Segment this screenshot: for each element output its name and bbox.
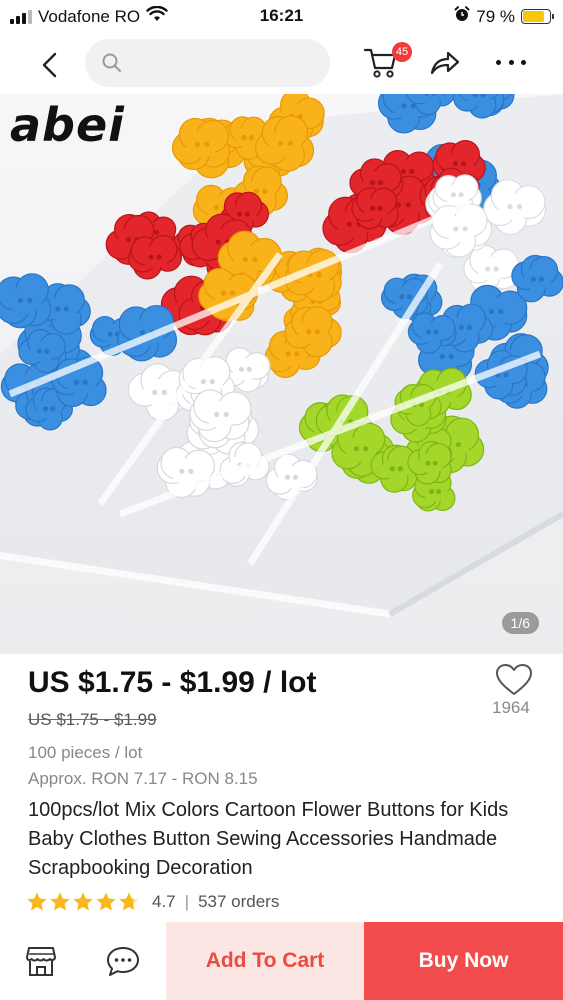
star-icon xyxy=(96,892,116,911)
status-bar: Vodafone RO 16:21 79 % xyxy=(0,0,563,34)
original-price: US $1.75 - $1.99 xyxy=(28,710,157,729)
nav-bar: 45 xyxy=(0,34,563,94)
approx-local-price: Approx. RON 7.17 - RON 8.15 xyxy=(28,769,258,788)
pieces-per-lot: 100 pieces / lot xyxy=(28,743,143,762)
wishlist-count: 1964 xyxy=(492,698,530,717)
battery-icon xyxy=(521,9,554,24)
back-button[interactable] xyxy=(34,48,68,82)
chat-button[interactable] xyxy=(105,944,141,978)
star-icon xyxy=(119,892,139,911)
image-counter: 1/6 xyxy=(501,612,539,634)
star-icon xyxy=(50,892,70,911)
product-photo xyxy=(0,94,563,654)
price-range: US $1.75 - $1.99 / lot xyxy=(28,666,317,699)
rating-value: 4.7 xyxy=(152,892,176,911)
chat-bubble-icon xyxy=(107,947,139,976)
store-icon xyxy=(26,947,56,976)
star-icon xyxy=(73,892,93,911)
battery-percent: 79 % xyxy=(476,6,515,26)
wishlist-button[interactable] xyxy=(493,662,535,698)
share-button[interactable] xyxy=(428,48,462,78)
status-right: 79 % xyxy=(454,6,554,27)
alarm-icon xyxy=(454,6,470,27)
brand-logo: abei xyxy=(10,98,125,152)
star-icon xyxy=(27,892,47,911)
search-input[interactable] xyxy=(85,39,330,87)
buy-now-button[interactable]: Buy Now xyxy=(364,922,563,1000)
rating-stars xyxy=(26,891,140,913)
rating-divider: | xyxy=(184,892,190,911)
heart-icon xyxy=(496,664,532,695)
search-icon xyxy=(102,53,121,72)
add-to-cart-button[interactable]: Add To Cart xyxy=(166,922,364,1000)
cart-badge: 45 xyxy=(392,42,412,62)
bottom-action-bar: Add To Cart Buy Now xyxy=(0,922,563,1000)
product-title: 100pcs/lot Mix Colors Cartoon Flower But… xyxy=(28,799,509,879)
product-image-gallery[interactable]: abei 1/6 xyxy=(0,94,563,654)
battery-fill xyxy=(523,11,544,22)
store-button[interactable] xyxy=(24,944,58,978)
more-dots-icon[interactable] xyxy=(496,50,526,74)
orders-count: 537 orders xyxy=(198,892,280,911)
chevron-left-icon xyxy=(42,52,57,78)
share-arrow-icon xyxy=(430,51,460,75)
rating-row[interactable]: 4.7 | 537 orders xyxy=(26,890,279,914)
